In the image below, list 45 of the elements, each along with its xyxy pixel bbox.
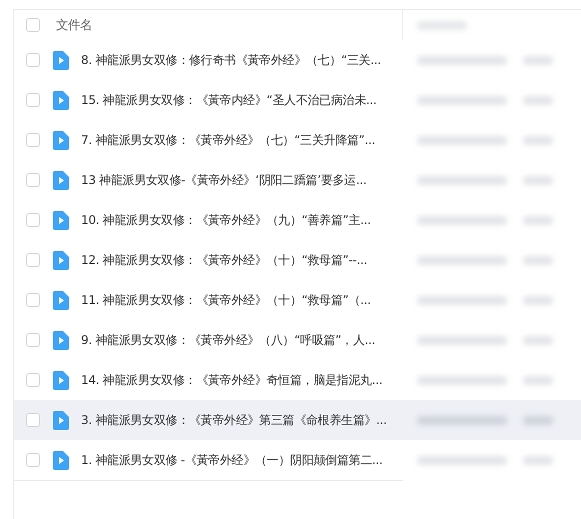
blurred-text: [523, 336, 553, 344]
checkbox[interactable]: [26, 133, 40, 147]
video-file-icon: [53, 410, 69, 430]
checkbox[interactable]: [26, 293, 40, 307]
checkbox[interactable]: [26, 373, 40, 387]
video-file-icon: [53, 90, 69, 110]
blurred-text: [523, 376, 553, 384]
checkbox[interactable]: [26, 413, 40, 427]
blurred-text: [523, 416, 553, 424]
blurred-text: [523, 56, 553, 64]
blurred-text: [523, 296, 553, 304]
video-file-icon: [53, 130, 69, 150]
blurred-text: [523, 96, 553, 104]
video-file-icon: [53, 450, 69, 470]
video-file-icon: [53, 210, 69, 230]
file-name[interactable]: 11. 神龍派男女双修：《黃帝外经》（十）“救母篇”（...: [81, 292, 371, 308]
checkbox[interactable]: [26, 173, 40, 187]
video-file-icon: [53, 370, 69, 390]
checkbox[interactable]: [26, 53, 40, 67]
file-name[interactable]: 9. 神龍派男女双修：《黃帝外经》（八）“呼吸篇”，人...: [81, 332, 376, 348]
file-name[interactable]: 12. 神龍派男女双修：《黃帝外经》（十）“救母篇”--...: [81, 252, 368, 268]
blurred-text: [523, 136, 553, 144]
checkbox[interactable]: [26, 333, 40, 347]
video-file-icon: [53, 250, 69, 270]
checkbox[interactable]: [26, 253, 40, 267]
file-name[interactable]: 15. 神龍派男女双修：《黃帝内经》“圣人不治已病治未...: [81, 92, 377, 108]
file-name[interactable]: 13 神龍派男女双修-《黃帝外经》‘阴阳二蹻篇’要多运...: [81, 172, 366, 188]
blurred-text: [523, 176, 553, 184]
file-name[interactable]: 8. 神龍派男女双修：修行奇书《黃帝外经》（七）“三关...: [81, 52, 381, 68]
checkbox[interactable]: [26, 213, 40, 227]
column-header[interactable]: 文件名: [56, 16, 92, 34]
checkbox[interactable]: [26, 18, 40, 32]
file-name[interactable]: 14. 神龍派男女双修：《黃帝外经》奇恒篇，脑是指泥丸...: [81, 372, 382, 388]
blurred-text: [523, 456, 553, 464]
video-file-icon: [53, 290, 69, 310]
video-file-icon: [53, 50, 69, 70]
file-name[interactable]: 10. 神龍派男女双修：《黃帝外经》（九）“善养篇”主...: [81, 212, 371, 228]
blurred-text: [523, 256, 553, 264]
video-file-icon: [53, 330, 69, 350]
checkbox[interactable]: [26, 93, 40, 107]
checkbox[interactable]: [26, 453, 40, 467]
video-file-icon: [53, 170, 69, 190]
file-name[interactable]: 1. 神龍派男女双修 -《黃帝外经》（一）阴阳颠倒篇第二...: [81, 452, 383, 468]
blurred-text: [523, 216, 553, 224]
file-name[interactable]: 7. 神龍派男女双修：《黃帝外经》（七）“三关升降篇”...: [81, 132, 376, 148]
